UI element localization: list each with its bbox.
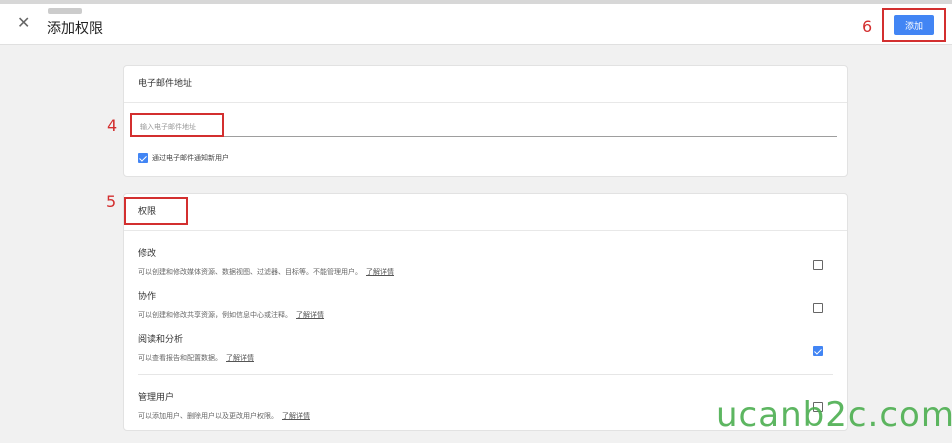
permission-checkbox-edit[interactable] [813, 260, 823, 270]
add-button[interactable]: 添加 [894, 15, 934, 35]
permission-desc: 可以查看报告和配置数据。 了解详情 [138, 354, 254, 362]
annotation-box-4 [130, 113, 224, 137]
watermark: ucanb2c.com [716, 395, 952, 435]
annotation-4: 4 [107, 116, 118, 135]
permission-item-read-analyze: 阅读和分析 可以查看报告和配置数据。 了解详情 [138, 332, 833, 363]
divider [138, 374, 833, 375]
permission-title: 协作 [138, 292, 157, 302]
learn-more-link[interactable]: 了解详情 [366, 268, 394, 276]
top-border [0, 0, 952, 4]
email-card: 电子邮件地址 通过电子邮件通知新用户 [123, 65, 848, 177]
annotation-box-5 [124, 197, 188, 225]
blurred-breadcrumb [48, 8, 82, 14]
close-icon[interactable]: ✕ [17, 15, 30, 31]
learn-more-link[interactable]: 了解详情 [282, 412, 310, 420]
permission-item-edit: 修改 可以创建和修改媒体资源、数据视图、过滤器、目标等。不能管理用户。 了解详情 [138, 246, 833, 277]
email-input[interactable] [138, 118, 837, 137]
email-section-title: 电子邮件地址 [124, 66, 847, 103]
annotation-6: 6 [862, 17, 873, 36]
permission-checkbox-read-analyze[interactable] [813, 346, 823, 356]
permission-title: 修改 [138, 249, 157, 259]
notify-checkbox[interactable] [138, 153, 148, 163]
permission-desc: 可以创建和修改共享资源，例如信息中心或注释。 了解详情 [138, 311, 324, 319]
permission-checkbox-collaborate[interactable] [813, 303, 823, 313]
learn-more-link[interactable]: 了解详情 [296, 311, 324, 319]
annotation-5: 5 [106, 192, 117, 211]
permissions-section-title: 权限 [124, 194, 847, 231]
permission-desc: 可以创建和修改媒体资源、数据视图、过滤器、目标等。不能管理用户。 了解详情 [138, 268, 394, 276]
permission-title: 阅读和分析 [138, 335, 184, 345]
notify-label: 通过电子邮件通知新用户 [152, 154, 229, 162]
page-title: 添加权限 [47, 21, 103, 37]
learn-more-link[interactable]: 了解详情 [226, 354, 254, 362]
dialog-header: ✕ 添加权限 6 添加 [0, 0, 952, 45]
notify-row[interactable]: 通过电子邮件通知新用户 [138, 153, 229, 163]
permission-item-collaborate: 协作 可以创建和修改共享资源，例如信息中心或注释。 了解详情 [138, 289, 833, 320]
